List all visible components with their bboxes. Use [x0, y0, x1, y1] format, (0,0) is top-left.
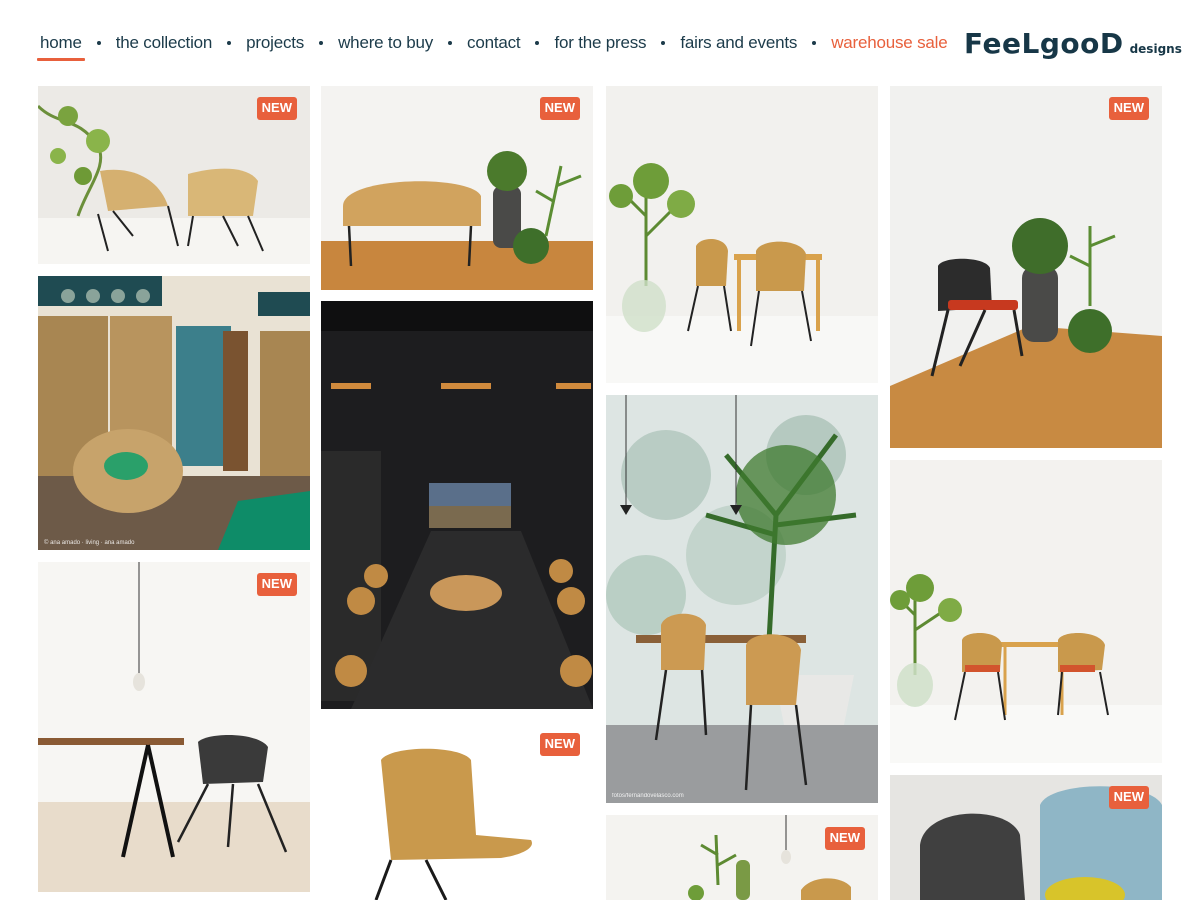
nav-separator: [96, 41, 101, 45]
nav-fairs-and-events[interactable]: fairs and events: [680, 33, 797, 53]
dining-hall-image: [321, 301, 593, 709]
new-badge: NEW: [256, 573, 297, 596]
product-tile-side-chair[interactable]: NEW: [321, 720, 593, 900]
new-badge: NEW: [256, 97, 297, 120]
product-tile-upholstered-chairs[interactable]: NEW: [890, 775, 1162, 900]
nav-separator: [812, 41, 817, 45]
new-badge: NEW: [824, 827, 865, 850]
table-chair-image: [38, 562, 310, 892]
new-badge: NEW: [539, 97, 580, 120]
nav-separator: [319, 41, 324, 45]
product-tile-bistro-set[interactable]: [606, 86, 878, 383]
nav-for-the-press[interactable]: for the press: [554, 33, 646, 53]
product-tile-table-chair[interactable]: NEW: [38, 562, 310, 892]
nav-warehouse-sale[interactable]: warehouse sale: [831, 33, 947, 53]
product-tile-wicker-set[interactable]: [890, 460, 1162, 763]
nav-separator: [448, 41, 453, 45]
logo-subtitle: designs: [1129, 42, 1182, 56]
new-badge: NEW: [1108, 786, 1149, 809]
photo-credit: fotos/fernandovelasco.com: [612, 793, 684, 799]
new-badge: NEW: [1108, 97, 1149, 120]
project-tile-interior[interactable]: © ana amado · living · ana amado: [38, 276, 310, 550]
product-tile-black-chair[interactable]: NEW: [890, 86, 1162, 448]
nav-separator: [535, 41, 540, 45]
product-tile-plants-chair[interactable]: NEW: [606, 815, 878, 900]
wicker-set-image: [890, 460, 1162, 763]
nav-separator: [227, 41, 232, 45]
nav-separator: [661, 41, 666, 45]
photo-credit: © ana amado · living · ana amado: [44, 540, 135, 546]
nav-the-collection[interactable]: the collection: [116, 33, 213, 53]
nav-projects[interactable]: projects: [246, 33, 304, 53]
logo-wordmark: FeeLgooD: [964, 27, 1124, 60]
nav-contact[interactable]: contact: [467, 33, 521, 53]
brand-logo[interactable]: FeeLgooD designs: [964, 27, 1182, 60]
product-tile-lounge-chairs[interactable]: NEW: [38, 86, 310, 264]
nav-home[interactable]: home: [37, 33, 85, 61]
restaurant-image: [606, 395, 878, 803]
bistro-set-image: [606, 86, 878, 383]
black-chair-image: [890, 86, 1162, 448]
main-nav: home the collection projects where to bu…: [37, 28, 948, 61]
product-tile-sofa[interactable]: NEW: [321, 86, 593, 290]
nav-where-to-buy[interactable]: where to buy: [338, 33, 433, 53]
project-tile-restaurant[interactable]: fotos/fernandovelasco.com: [606, 395, 878, 803]
interior-image: [38, 276, 310, 550]
new-badge: NEW: [539, 733, 580, 756]
project-tile-dining-hall[interactable]: [321, 301, 593, 709]
